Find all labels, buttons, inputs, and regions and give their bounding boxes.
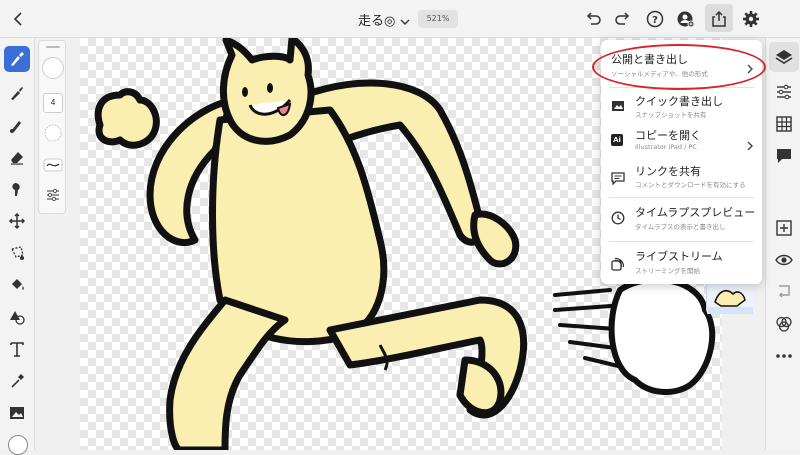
smudge-icon[interactable]: [4, 176, 30, 202]
comments-icon[interactable]: [774, 146, 794, 166]
document-title[interactable]: 走る◎: [358, 10, 395, 29]
menu-item-subtitle: スナップショットを共有: [635, 111, 707, 119]
left-toolbar: [0, 38, 35, 455]
clock-icon: [611, 210, 625, 225]
redo-icon[interactable]: [613, 9, 633, 29]
help-icon[interactable]: ?: [645, 9, 665, 29]
menu-item-subtitle: ストリーミングを開始: [635, 267, 700, 275]
lasso-icon[interactable]: [4, 240, 30, 266]
highlight-ellipse: [592, 44, 766, 90]
pixel-brush-icon[interactable]: [4, 80, 30, 106]
livestream-icon: [611, 256, 625, 271]
brush-softness-icon[interactable]: [43, 123, 63, 143]
undo-icon[interactable]: [583, 9, 603, 29]
menu-item-subtitle: タイムラプスの表示と書き出し: [635, 223, 726, 231]
menu-divider: [609, 241, 754, 242]
right-toolbar: [765, 38, 800, 450]
brush-tool-icon[interactable]: [4, 46, 30, 72]
menu-item-title: タイムラプスプレビュー: [635, 206, 756, 219]
add-layer-icon[interactable]: [774, 218, 794, 238]
menu-item-title: コピーを開く: [635, 129, 701, 142]
invite-user-icon[interactable]: [676, 9, 696, 29]
brush-settings-icon[interactable]: [43, 185, 63, 205]
image-icon: [611, 98, 625, 112]
eraser-icon[interactable]: [4, 144, 30, 170]
visibility-eye-icon[interactable]: [774, 250, 794, 270]
brush-size-value[interactable]: 4: [43, 93, 63, 113]
image-place-icon[interactable]: [4, 400, 30, 426]
illustrator-icon: Ai: [611, 134, 625, 148]
top-bar: 走る◎ 521% ?: [0, 0, 800, 38]
back-chevron-icon[interactable]: [8, 9, 28, 29]
panel-grip[interactable]: [46, 46, 60, 48]
color-swatch[interactable]: [8, 435, 28, 455]
menu-item-open-copy[interactable]: Ai コピーを開く Illustrator iPad / PC: [601, 124, 762, 158]
text-tool-icon[interactable]: [4, 336, 30, 362]
menu-item-quick-export[interactable]: クイック書き出し スナップショットを共有: [601, 90, 762, 124]
brush-stroke-icon[interactable]: [43, 155, 63, 175]
move-icon[interactable]: [4, 208, 30, 234]
layer-properties-icon[interactable]: [774, 82, 794, 102]
menu-item-subtitle: Illustrator iPad / PC: [635, 143, 697, 151]
fill-bucket-icon[interactable]: [4, 272, 30, 298]
menu-item-livestream[interactable]: ライブストリーム ストリーミングを開始: [601, 245, 762, 281]
eyedropper-icon[interactable]: [4, 368, 30, 394]
svg-text:?: ?: [652, 15, 658, 26]
comment-icon: [611, 170, 625, 186]
layers-icon[interactable]: [769, 42, 799, 72]
menu-item-share-link[interactable]: リンクを共有 コメントとダウンロードを有効にする: [601, 160, 762, 194]
shape-tool-icon[interactable]: [4, 304, 30, 330]
merge-down-icon[interactable]: [774, 282, 794, 302]
menu-item-subtitle: コメントとダウンロードを有効にする: [635, 181, 746, 189]
grid-icon[interactable]: [774, 114, 794, 134]
share-icon[interactable]: [709, 9, 729, 29]
zoom-level: 521%: [418, 10, 458, 28]
menu-item-title: リンクを共有: [635, 165, 701, 178]
chevron-right-icon: [746, 136, 754, 151]
chevron-down-icon[interactable]: [399, 13, 411, 25]
menu-divider: [609, 197, 754, 198]
brush-settings-panel: 4: [38, 40, 66, 214]
vector-brush-icon[interactable]: [4, 112, 30, 138]
more-options-icon[interactable]: [774, 346, 794, 366]
menu-item-title: クイック書き出し: [635, 95, 723, 108]
blend-mode-icon[interactable]: [774, 314, 794, 334]
settings-gear-icon[interactable]: [741, 9, 761, 29]
menu-item-title: ライブストリーム: [635, 250, 723, 263]
menu-item-timelapse-preview[interactable]: タイムラプスプレビュー タイムラプスの表示と書き出し: [601, 200, 762, 238]
layer-thumbnail[interactable]: [706, 279, 753, 314]
brush-preview[interactable]: [42, 57, 64, 79]
